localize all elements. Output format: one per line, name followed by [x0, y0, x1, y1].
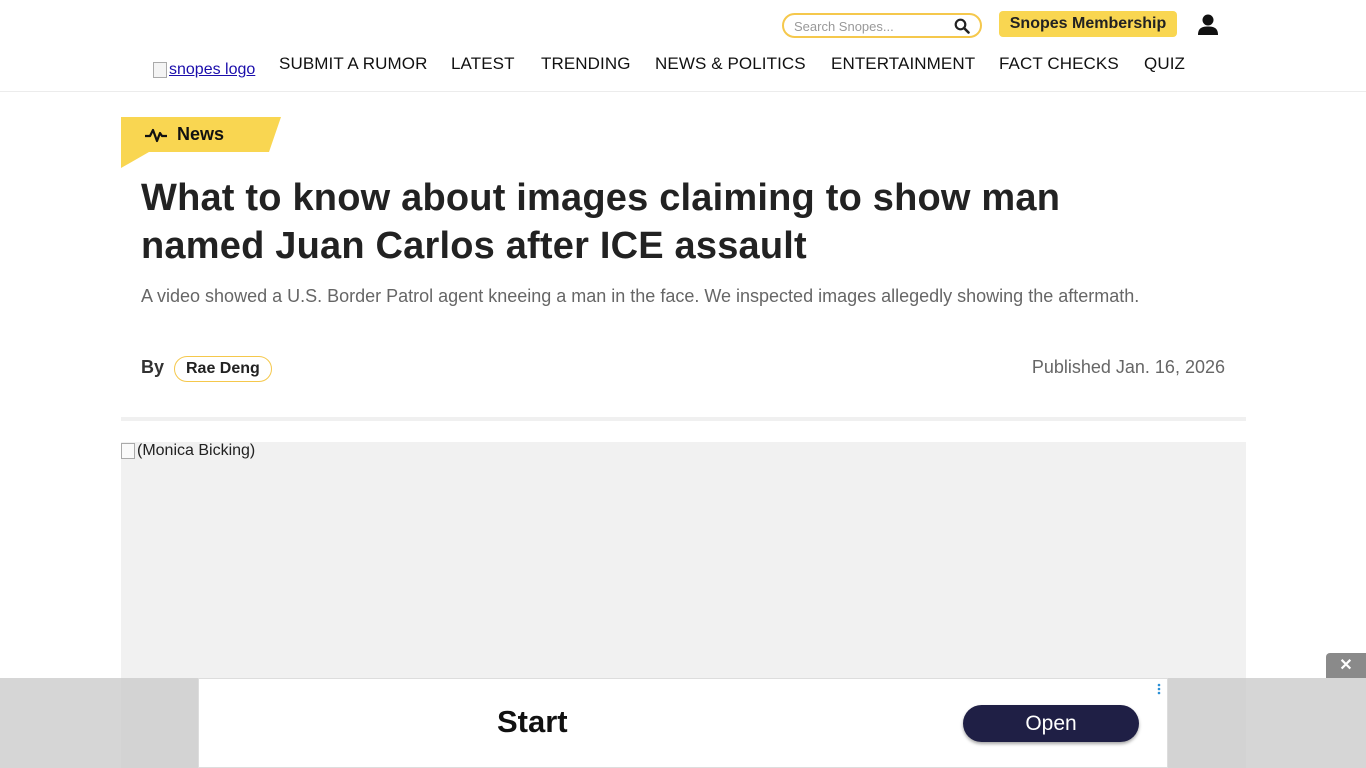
- ad-close-button[interactable]: ✕: [1326, 653, 1366, 678]
- site-header: Snopes Membership snopes logo SUBMIT A R…: [0, 0, 1366, 92]
- nav-quiz[interactable]: QUIZ: [1144, 54, 1185, 74]
- broken-image-icon: [121, 443, 135, 459]
- nav-latest[interactable]: LATEST: [451, 54, 515, 74]
- article-subtitle: A video showed a U.S. Border Patrol agen…: [141, 286, 1140, 306]
- ad-open-button[interactable]: Open: [963, 705, 1139, 742]
- author-link[interactable]: Rae Deng: [174, 356, 272, 382]
- nav-submit-rumor[interactable]: SUBMIT A RUMOR: [279, 54, 427, 74]
- pulse-icon: [145, 128, 167, 143]
- hero-alt-text: (Monica Bicking): [137, 442, 256, 459]
- search-input[interactable]: [794, 17, 954, 35]
- nav-fact-checks[interactable]: FACT CHECKS: [999, 54, 1119, 74]
- ad-headline: Start: [497, 704, 568, 739]
- published-date: Published Jan. 16, 2026: [1031, 357, 1225, 377]
- nav-news-politics[interactable]: NEWS & POLITICS: [655, 54, 806, 74]
- search-box[interactable]: [782, 13, 982, 38]
- broken-image-icon: [153, 62, 167, 78]
- section-divider: [121, 417, 1246, 421]
- byline-label: By: [141, 357, 165, 377]
- site-logo-link[interactable]: snopes logo: [153, 61, 255, 79]
- user-account-icon[interactable]: [1197, 14, 1219, 36]
- nav-entertainment[interactable]: ENTERTAINMENT: [831, 54, 975, 74]
- category-label[interactable]: News: [177, 124, 224, 145]
- membership-button[interactable]: Snopes Membership: [999, 11, 1177, 37]
- ad-info-icon[interactable]: [1156, 683, 1162, 695]
- logo-alt-text: snopes logo: [169, 61, 256, 78]
- article-title: What to know about images claiming to sh…: [141, 177, 1061, 267]
- nav-trending[interactable]: TRENDING: [541, 54, 631, 74]
- search-icon[interactable]: [954, 18, 970, 34]
- hero-image-alt: (Monica Bicking): [121, 442, 255, 460]
- ad-banner[interactable]: Start Open: [198, 678, 1168, 768]
